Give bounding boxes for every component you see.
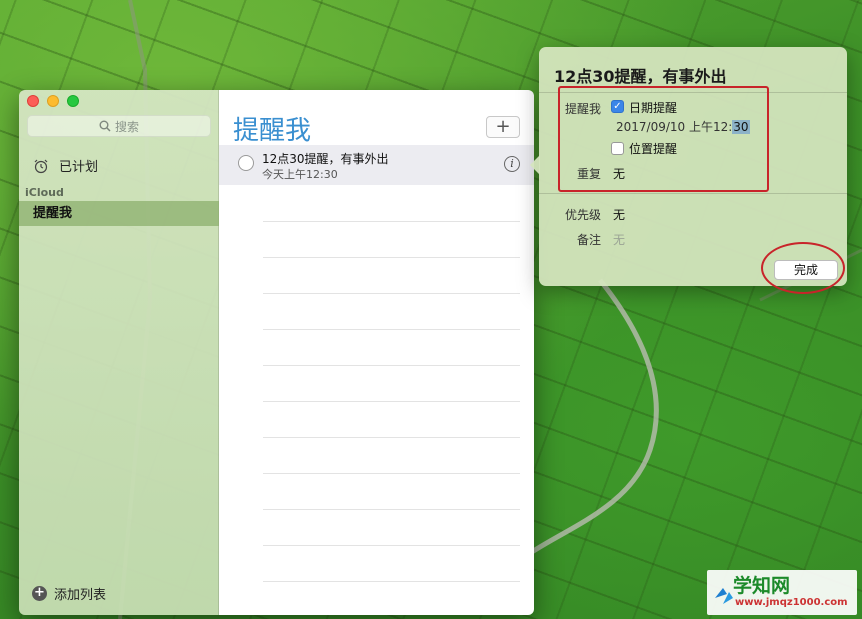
empty-row-divider — [263, 581, 520, 582]
alarm-clock-icon — [34, 159, 48, 173]
sidebar-section-icloud: iCloud — [25, 186, 64, 199]
search-input[interactable]: 搜索 — [27, 115, 211, 137]
minimize-button[interactable] — [47, 95, 59, 107]
empty-row-divider — [263, 401, 520, 402]
add-list-label: 添加列表 — [54, 588, 107, 603]
popover-title[interactable]: 12点30提醒，有事外出 — [554, 63, 727, 87]
annotation-highlight-box — [558, 86, 769, 192]
reminder-due-date: 今天上午12:30 — [262, 168, 338, 181]
complete-checkbox[interactable] — [238, 155, 254, 171]
window-controls — [27, 95, 79, 107]
sidebar-item-scheduled[interactable]: 已计划 — [33, 156, 98, 175]
empty-row-divider — [263, 257, 520, 258]
empty-row-divider — [263, 329, 520, 330]
add-list-button[interactable]: + 添加列表 — [32, 584, 106, 603]
empty-row-divider — [263, 437, 520, 438]
sidebar: 搜索 已计划 iCloud 提醒我 + 添加列表 — [19, 90, 219, 615]
sidebar-item-remind-me[interactable]: 提醒我 — [19, 201, 219, 226]
divider — [539, 193, 847, 194]
note-field[interactable]: 无 — [613, 231, 625, 248]
note-label: 备注 — [576, 233, 601, 247]
zoom-button[interactable] — [67, 95, 79, 107]
sidebar-item-label: 已计划 — [59, 160, 99, 175]
list-title: 提醒我 — [233, 116, 312, 146]
empty-row-divider — [263, 509, 520, 510]
watermark-url: www.jmqz1000.com — [735, 597, 848, 608]
watermark: 学知网 www.jmqz1000.com — [707, 570, 857, 615]
empty-row-divider — [263, 221, 520, 222]
watermark-name: 学知网 — [733, 575, 791, 597]
reminders-window: 搜索 已计划 iCloud 提醒我 + 添加列表 提醒我 + 12点30提醒，有… — [19, 90, 534, 615]
add-reminder-button[interactable]: + — [486, 116, 520, 138]
close-button[interactable] — [27, 95, 39, 107]
priority-value[interactable]: 无 — [613, 206, 625, 223]
empty-row-divider — [263, 365, 520, 366]
info-icon[interactable]: i — [504, 156, 520, 172]
search-icon — [99, 120, 111, 132]
empty-row-divider — [263, 293, 520, 294]
popover-arrow — [530, 155, 540, 175]
main-pane: 提醒我 + 12点30提醒，有事外出 今天上午12:30 i — [219, 90, 534, 615]
reminder-title[interactable]: 12点30提醒，有事外出 — [262, 150, 389, 167]
empty-row-divider — [263, 473, 520, 474]
plus-circle-icon: + — [32, 586, 47, 601]
annotation-highlight-ellipse — [761, 242, 845, 294]
reminder-row[interactable]: 12点30提醒，有事外出 今天上午12:30 i — [219, 145, 534, 185]
empty-row-divider — [263, 545, 520, 546]
priority-label: 优先级 — [564, 208, 601, 222]
search-placeholder: 搜索 — [114, 119, 139, 134]
